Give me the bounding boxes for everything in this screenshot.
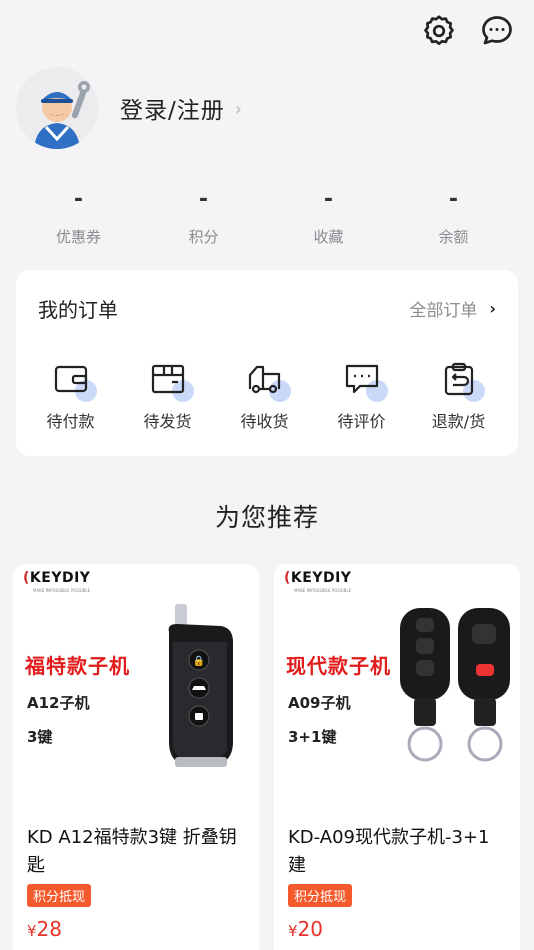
refund-clipboard-icon [444,362,473,396]
order-status-row: 待付款 待发货 待收货 待评价 退款/货 [16,346,518,432]
promo-title: 福特款子机 [25,654,130,678]
stat-label: 优惠券 [55,228,101,246]
stat-favorites[interactable]: - 收藏 [266,186,391,247]
order-refund-return[interactable]: 退款/货 [410,346,507,432]
all-orders-label: 全部订单 [409,300,478,321]
brand-logo: (KEYDIY [284,570,352,586]
stat-value: - [73,187,84,212]
stat-label: 余额 [438,228,469,246]
brand-logo: (KEYDIY [23,570,91,586]
product-name[interactable]: KD A12福特款3键 折叠钥匙 [13,804,259,882]
product-name[interactable]: KD-A09现代款子机-3+1建 [274,804,520,882]
comment-icon [345,364,378,394]
product-image[interactable]: (KEYDIY MAKE IMPOSSIBLE POSSIBLE 福特款子机 A… [13,564,259,804]
stat-value: - [323,187,334,212]
flip-key-icon: 🔒 [168,604,233,767]
order-status-label: 待付款 [46,412,95,431]
my-orders-card: 我的订单 全部订单 › 待付款 待发货 待收货 待评价 退款/货 [16,270,518,456]
stat-points[interactable]: - 积分 [141,186,266,247]
stat-coupons[interactable]: - 优惠券 [16,186,141,247]
all-orders-link[interactable]: 全部订单 › [409,296,496,321]
order-status-label: 待收货 [240,412,289,431]
promo-line: 3键 [27,728,53,746]
points-deduct-badge: 积分抵现 [288,884,353,907]
orders-title: 我的订单 [38,297,118,322]
promo-title: 现代款子机 [286,654,391,678]
wallet-icon [54,365,87,393]
order-status-label: 待发货 [143,412,192,431]
stat-label: 收藏 [313,228,344,246]
chevron-right-icon: › [234,98,242,120]
order-status-label: 待评价 [337,412,386,431]
points-deduct-badge: 积分抵现 [27,884,92,907]
avatar[interactable] [16,67,98,149]
order-pending-receipt[interactable]: 待收货 [216,346,313,432]
chevron-right-icon: › [489,298,496,318]
order-status-label: 退款/货 [431,412,486,431]
stat-label: 积分 [188,228,219,246]
stat-value: - [448,187,459,212]
truck-icon [248,365,280,394]
promo-line: A09子机 [288,694,351,712]
product-price: ¥20 [288,917,323,941]
promo-line: A12子机 [27,694,90,712]
product-card[interactable]: (KEYDIY MAKE IMPOSSIBLE POSSIBLE 现代款子机 A… [274,564,520,950]
settings-gear-icon[interactable] [420,12,458,50]
product-card[interactable]: (KEYDIY MAKE IMPOSSIBLE POSSIBLE 福特款子机 A… [13,564,259,950]
order-pending-review[interactable]: 待评价 [313,346,410,432]
recommend-title: 为您推荐 [214,503,319,532]
package-icon [151,364,184,394]
order-pending-payment[interactable]: 待付款 [22,346,119,432]
login-register-link[interactable]: 登录/注册 [120,91,225,125]
promo-line: 3+1键 [288,728,337,746]
remote-key-icon [400,608,510,762]
stat-value: - [198,187,209,212]
brand-slogan: MAKE IMPOSSIBLE POSSIBLE [33,588,91,593]
order-pending-shipment[interactable]: 待发货 [119,346,216,432]
stats-row: - 优惠券 - 积分 - 收藏 - 余额 [0,186,534,247]
top-bar [0,0,534,64]
product-price: ¥28 [27,917,62,941]
orders-header: 我的订单 全部订单 › [16,270,518,346]
stat-balance[interactable]: - 余额 [391,186,516,247]
message-chat-icon[interactable] [478,12,516,50]
brand-slogan: MAKE IMPOSSIBLE POSSIBLE [294,588,352,593]
svg-text:🔒: 🔒 [193,655,205,667]
product-image[interactable]: (KEYDIY MAKE IMPOSSIBLE POSSIBLE 现代款子机 A… [274,564,520,804]
profile-row[interactable]: 登录/注册 › [16,66,516,150]
